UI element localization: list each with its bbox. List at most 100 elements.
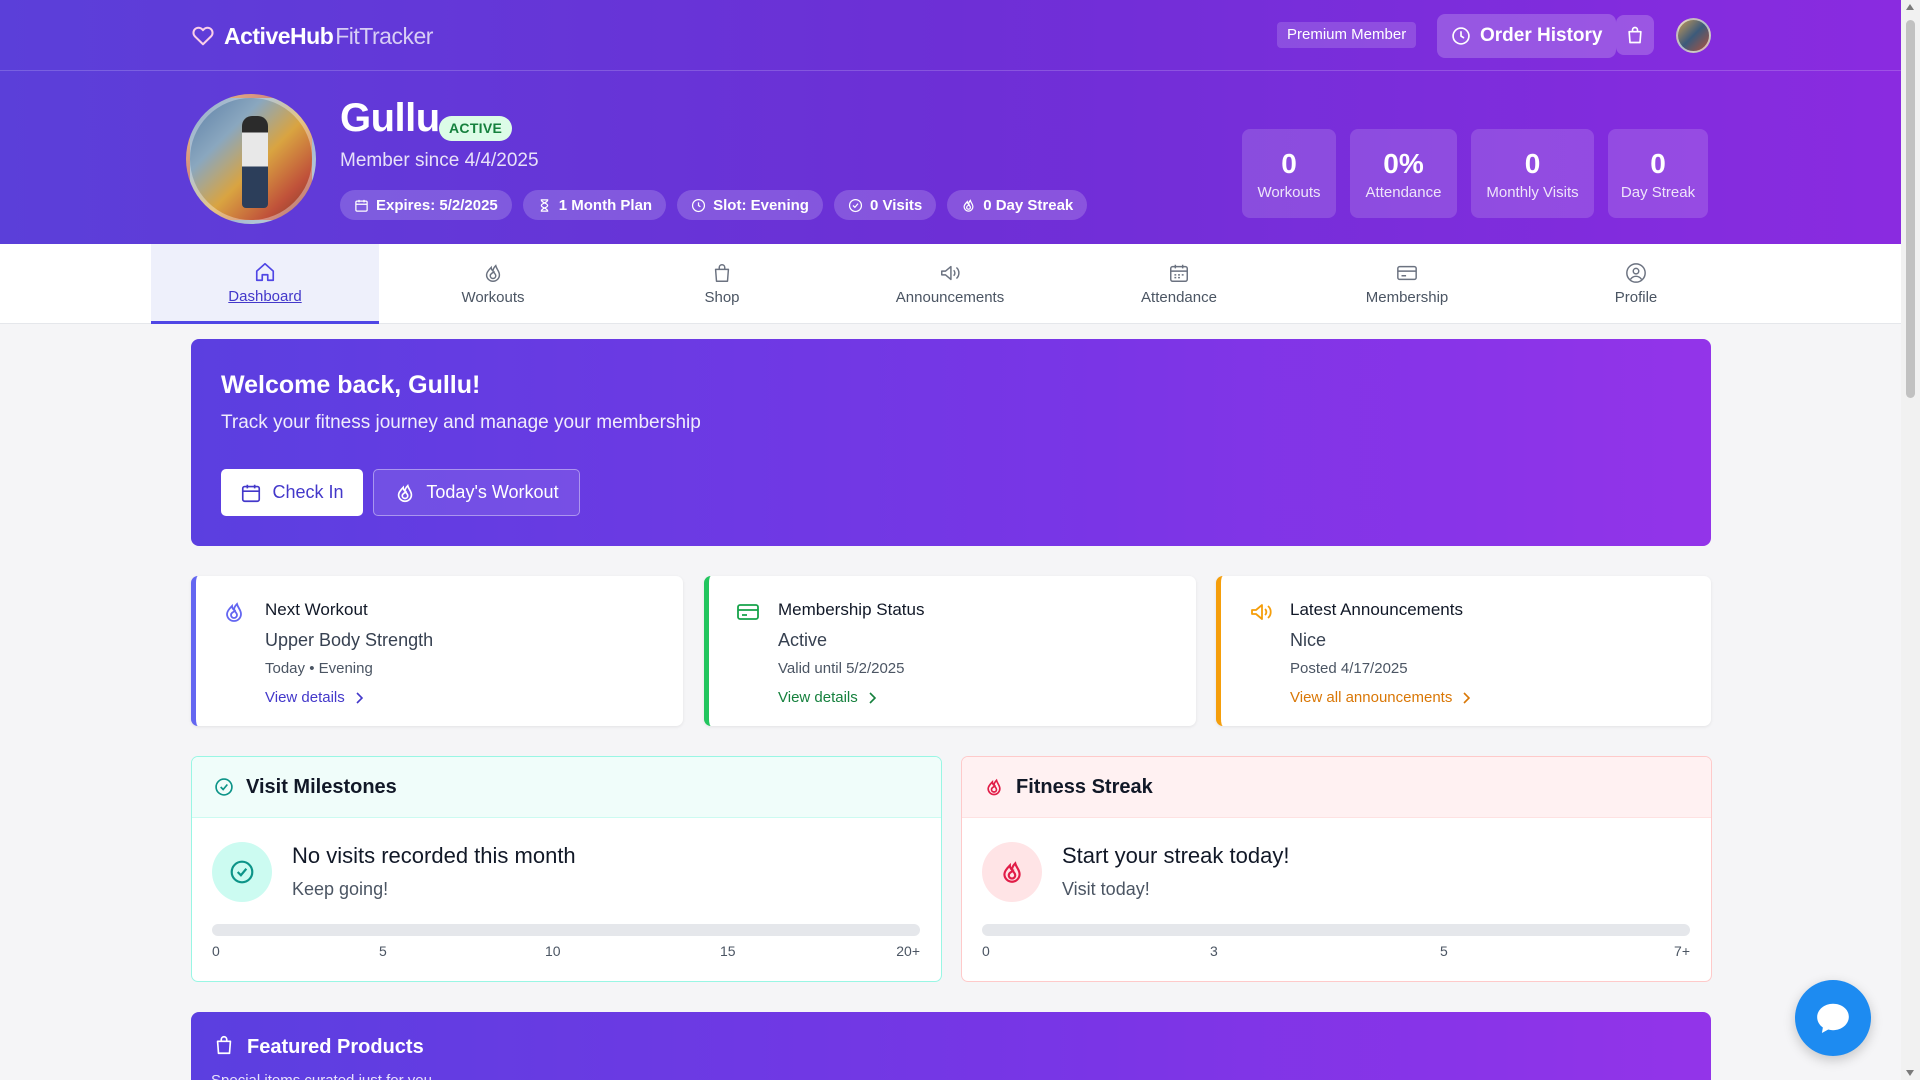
stat-day-streak-value: 0 bbox=[1650, 148, 1666, 179]
check-circle-icon bbox=[229, 859, 255, 885]
scrollbar-thumb[interactable] bbox=[1906, 20, 1915, 398]
fitness-streak-headline: Start your streak today! bbox=[1062, 843, 1290, 868]
card-title: Latest Announcements bbox=[1290, 600, 1463, 619]
welcome-subtitle: Track your fitness journey and manage yo… bbox=[221, 412, 701, 433]
page-scrollbar[interactable] bbox=[1901, 0, 1920, 1080]
view-details-link[interactable]: View details bbox=[265, 689, 363, 706]
view-details-label: View details bbox=[265, 689, 345, 706]
stat-attendance: 0% Attendance bbox=[1350, 129, 1457, 218]
streak-progress-bar bbox=[982, 924, 1690, 936]
card-main: Upper Body Strength bbox=[265, 630, 434, 650]
card-title: Next Workout bbox=[265, 600, 368, 619]
calendar-icon bbox=[354, 198, 369, 213]
view-details-label: View details bbox=[778, 689, 858, 706]
todays-workout-button[interactable]: Today's Workout bbox=[373, 469, 580, 516]
shopping-bag-icon bbox=[1625, 24, 1645, 46]
card-sub: Today • Evening bbox=[265, 660, 373, 677]
chat-bubble-icon bbox=[1814, 999, 1852, 1037]
membership-chips: Expires: 5/2/2025 1 Month Plan Slot: Eve… bbox=[340, 190, 1088, 220]
membership-status-card: Membership Status Active Valid until 5/2… bbox=[704, 576, 1196, 726]
scroll-up-arrow[interactable] bbox=[1906, 4, 1914, 10]
card-sub: Valid until 5/2/2025 bbox=[778, 660, 905, 677]
view-details-link[interactable]: View details bbox=[778, 689, 876, 706]
tab-attendance-label: Attendance bbox=[1141, 289, 1217, 306]
stat-attendance-label: Attendance bbox=[1365, 184, 1442, 201]
member-since: Member since 4/4/2025 bbox=[340, 150, 539, 171]
scale-tick: 7+ bbox=[1674, 943, 1690, 959]
scale-tick: 0 bbox=[982, 943, 990, 959]
tab-workouts[interactable]: Workouts bbox=[379, 244, 607, 324]
hourglass-icon bbox=[537, 198, 552, 213]
order-history-label: Order History bbox=[1480, 25, 1603, 46]
chip-streak-label: 0 Day Streak bbox=[983, 196, 1074, 214]
status-badge: ACTIVE bbox=[439, 116, 513, 141]
tab-announcements-label: Announcements bbox=[895, 289, 1005, 306]
stat-monthly-visits-label: Monthly Visits bbox=[1486, 184, 1579, 201]
main-tabs: Dashboard Workouts Shop Announcements At… bbox=[0, 244, 1901, 324]
scale-tick: 3 bbox=[1210, 943, 1218, 959]
scale-tick: 5 bbox=[1440, 943, 1448, 959]
tab-membership-label: Membership bbox=[1365, 289, 1449, 306]
scale-tick: 0 bbox=[212, 943, 220, 959]
tab-dashboard-label: Dashboard bbox=[228, 287, 302, 305]
tab-attendance[interactable]: Attendance bbox=[1065, 244, 1293, 324]
stat-monthly-visits: 0 Monthly Visits bbox=[1471, 129, 1594, 218]
card-main: Nice bbox=[1290, 630, 1327, 650]
featured-products-subtitle: Special items curated just for you bbox=[211, 1072, 432, 1080]
visit-milestones-headline: No visits recorded this month bbox=[292, 843, 576, 868]
stat-day-streak-label: Day Streak bbox=[1620, 184, 1696, 201]
tab-shop[interactable]: Shop bbox=[608, 244, 836, 324]
check-circle-icon bbox=[214, 777, 234, 797]
chip-slot: Slot: Evening bbox=[677, 190, 823, 220]
premium-member-badge: Premium Member bbox=[1277, 22, 1417, 48]
shopping-bag-button[interactable] bbox=[1616, 15, 1654, 55]
view-all-announcements-label: View all announcements bbox=[1290, 689, 1453, 706]
tab-profile[interactable]: Profile bbox=[1522, 244, 1750, 324]
scale-tick: 15 bbox=[720, 943, 736, 959]
flame-icon bbox=[961, 198, 976, 213]
check-in-button[interactable]: Check In bbox=[221, 469, 363, 516]
visit-progress-bar bbox=[212, 924, 920, 936]
shopping-bag-icon bbox=[213, 1034, 235, 1056]
check-circle-icon bbox=[848, 198, 863, 213]
card-main: Active bbox=[778, 630, 828, 650]
brand-logo[interactable]: ActiveHub FitTracker bbox=[192, 22, 433, 50]
user-avatar[interactable] bbox=[1676, 18, 1711, 53]
fitness-streak-badge bbox=[982, 842, 1042, 902]
megaphone-icon bbox=[938, 262, 962, 284]
megaphone-icon bbox=[1247, 600, 1275, 624]
chip-plan: 1 Month Plan bbox=[522, 190, 667, 220]
member-name: Gullu bbox=[340, 96, 440, 140]
scroll-down-arrow[interactable] bbox=[1906, 1070, 1914, 1076]
credit-card-icon bbox=[735, 600, 761, 624]
welcome-banner: Welcome back, Gullu! Track your fitness … bbox=[191, 339, 1711, 546]
chip-visits-label: 0 Visits bbox=[869, 196, 923, 214]
tab-announcements[interactable]: Announcements bbox=[836, 244, 1064, 324]
fitness-streak-sub: Visit today! bbox=[1062, 879, 1150, 899]
flame-icon bbox=[999, 859, 1025, 885]
stat-workouts-label: Workouts bbox=[1257, 184, 1321, 201]
scale-tick: 10 bbox=[545, 943, 561, 959]
profile-photo-figure bbox=[242, 116, 268, 208]
tab-membership[interactable]: Membership bbox=[1293, 244, 1521, 324]
fitness-streak-title: Fitness Streak bbox=[1016, 775, 1153, 798]
tab-profile-label: Profile bbox=[1614, 289, 1658, 306]
visit-milestones-title: Visit Milestones bbox=[246, 775, 397, 798]
chevron-right-icon bbox=[868, 691, 876, 704]
brand-name: ActiveHub bbox=[224, 22, 334, 49]
stat-attendance-value: 0% bbox=[1383, 148, 1424, 179]
chip-plan-label: 1 Month Plan bbox=[558, 196, 653, 214]
tab-dashboard[interactable]: Dashboard bbox=[151, 244, 379, 324]
chip-expires-label: Expires: 5/2/2025 bbox=[376, 196, 498, 214]
flame-icon bbox=[394, 482, 416, 504]
chevron-right-icon bbox=[355, 691, 363, 704]
view-all-announcements-link[interactable]: View all announcements bbox=[1290, 689, 1471, 706]
stat-day-streak: 0 Day Streak bbox=[1608, 129, 1708, 218]
order-history-button[interactable]: Order History bbox=[1437, 14, 1617, 58]
shopping-bag-icon bbox=[711, 262, 733, 284]
todays-workout-label: Today's Workout bbox=[426, 482, 559, 502]
welcome-title: Welcome back, Gullu! bbox=[221, 371, 481, 399]
chat-button[interactable] bbox=[1795, 980, 1871, 1056]
flame-icon bbox=[482, 262, 504, 284]
latest-announcements-card: Latest Announcements Nice Posted 4/17/20… bbox=[1216, 576, 1711, 726]
